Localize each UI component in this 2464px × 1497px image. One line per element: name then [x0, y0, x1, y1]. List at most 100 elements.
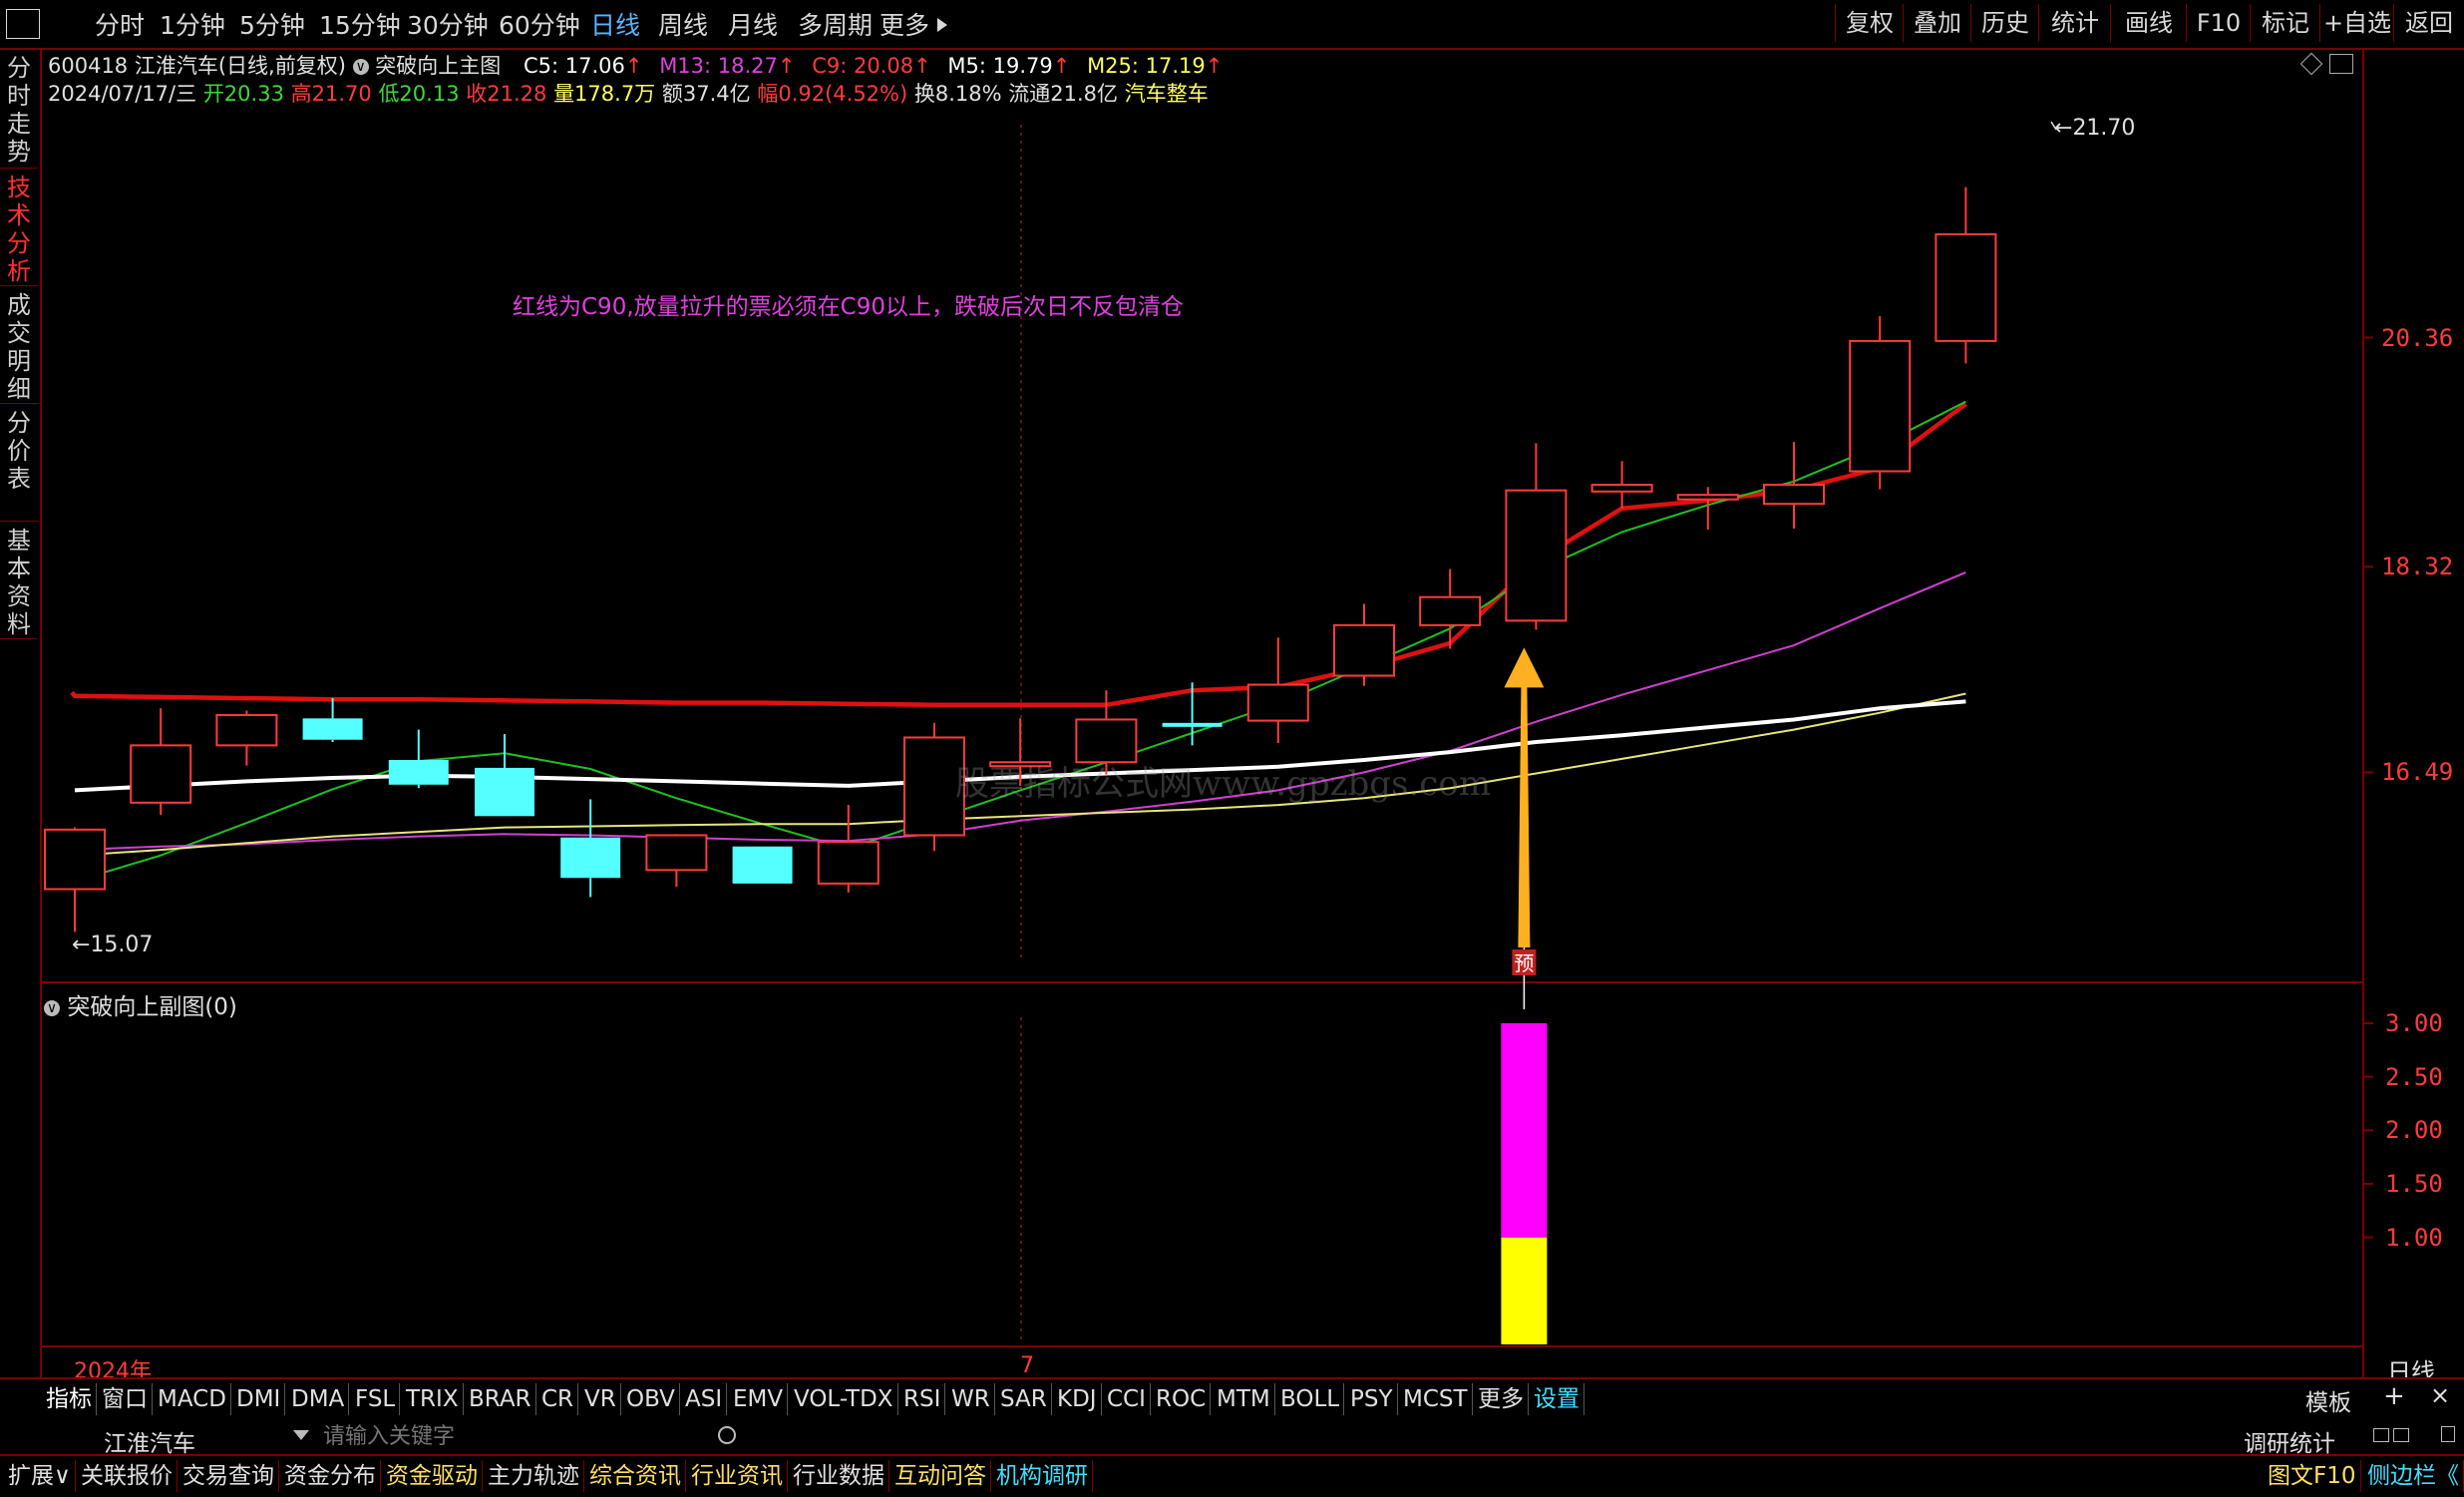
- sub-tick-label: 1.50: [2385, 1170, 2443, 1198]
- grid-icon[interactable]: [2373, 1428, 2389, 1442]
- high-price-label: ←21.70: [2054, 116, 2136, 141]
- candle-body-down: [302, 718, 363, 740]
- indicator-tab-obv-10[interactable]: OBV: [622, 1383, 680, 1415]
- status-tab-10[interactable]: 机构调研: [992, 1460, 1093, 1492]
- add-indicator-button[interactable]: +: [2383, 1381, 2405, 1411]
- candle[interactable]: [1676, 487, 1739, 531]
- indicator-tab-emv-12[interactable]: EMV: [729, 1383, 789, 1415]
- candle[interactable]: [1505, 443, 1568, 630]
- candle[interactable]: [1246, 637, 1309, 744]
- search-input[interactable]: [321, 1422, 724, 1450]
- candle[interactable]: [1333, 603, 1395, 686]
- status-tab-0[interactable]: 扩展∨: [4, 1460, 76, 1492]
- indicator-tab--0[interactable]: 指标: [42, 1383, 97, 1415]
- indicator-tab--25[interactable]: 设置: [1530, 1383, 1584, 1415]
- status-right-0[interactable]: 图文F10: [2264, 1460, 2361, 1492]
- status-tab-7[interactable]: 行业资讯: [687, 1460, 788, 1492]
- search-icon[interactable]: [718, 1426, 736, 1444]
- candle[interactable]: [732, 846, 793, 884]
- status-tab-4[interactable]: 资金驱动: [382, 1460, 483, 1492]
- status-tab-1[interactable]: 关联报价: [77, 1460, 177, 1492]
- indicator-tab-rsi-14[interactable]: RSI: [899, 1383, 946, 1415]
- arrow-left-icon: ←: [2054, 116, 2073, 141]
- indicator-tab-vr-9[interactable]: VR: [580, 1383, 621, 1415]
- dropdown-triangle-icon[interactable]: [293, 1430, 309, 1440]
- candle[interactable]: [1849, 316, 1912, 490]
- indicator-tab-boll-21[interactable]: BOLL: [1276, 1383, 1345, 1415]
- annotation-text: 红线为C90,放量拉升的票必须在C90以上，跌破后次日不反包清仓: [513, 294, 1184, 320]
- candle-body-up: [817, 841, 880, 885]
- indicator-tab-trix-6[interactable]: TRIX: [402, 1383, 464, 1415]
- price-tick-label: 16.49: [2381, 758, 2454, 787]
- grid-icon[interactable]: [2393, 1428, 2409, 1442]
- status-tab-2[interactable]: 交易查询: [178, 1460, 279, 1492]
- candle-body-down: [475, 767, 534, 817]
- indicator-tab-psy-22[interactable]: PSY: [1346, 1383, 1398, 1415]
- candle[interactable]: [130, 708, 192, 816]
- low-price-label: ←15.07: [72, 933, 154, 957]
- status-tab-6[interactable]: 综合资讯: [585, 1460, 686, 1492]
- candle[interactable]: [817, 805, 880, 893]
- indicator-tab-brar-7[interactable]: BRAR: [465, 1383, 536, 1415]
- candle-body-up: [130, 744, 192, 804]
- indicator-tab-sar-16[interactable]: SAR: [996, 1383, 1052, 1415]
- indicator-tab-cr-8[interactable]: CR: [537, 1383, 579, 1415]
- candle[interactable]: [44, 827, 106, 933]
- indicator-tab-fsl-5[interactable]: FSL: [351, 1383, 401, 1415]
- sub-dropdown-icon[interactable]: ∨: [44, 999, 60, 1016]
- indicator-tab-kdj-17[interactable]: KDJ: [1053, 1383, 1102, 1415]
- candle[interactable]: [1935, 187, 1997, 364]
- indicator-tab-mtm-20[interactable]: MTM: [1213, 1383, 1275, 1415]
- indicator-tab-mcst-23[interactable]: MCST: [1399, 1383, 1473, 1415]
- indicator-tab-vol-tdx-13[interactable]: VOL-TDX: [790, 1383, 898, 1415]
- indicator-tab-roc-19[interactable]: ROC: [1152, 1383, 1212, 1415]
- indicator-tab-cci-18[interactable]: CCI: [1103, 1383, 1151, 1415]
- template-button[interactable]: 模板: [2305, 1383, 2351, 1417]
- kline-chart[interactable]: 预: [0, 0, 2464, 1495]
- candle-body-down: [1162, 722, 1223, 727]
- candle-body-up: [1246, 683, 1309, 722]
- pin-icon[interactable]: [2441, 1426, 2455, 1442]
- candle[interactable]: [475, 734, 534, 817]
- time-axis-month: 7: [1020, 1353, 1034, 1378]
- candle-body-up: [1849, 339, 1912, 473]
- status-right-1[interactable]: 侧边栏《: [2363, 1460, 2464, 1492]
- candle[interactable]: [1763, 442, 1825, 529]
- sub-bar-segment: [1501, 1237, 1548, 1344]
- candle[interactable]: [215, 710, 278, 766]
- sub-tick-label: 2.50: [2385, 1062, 2443, 1091]
- candle-body-up: [1419, 595, 1482, 626]
- candle[interactable]: [1590, 461, 1653, 509]
- candle[interactable]: [645, 834, 708, 888]
- search-row: 江淮汽车 调研统计: [0, 1418, 2464, 1457]
- price-tick-label: 18.32: [2381, 553, 2454, 581]
- sub-bar-segment: [1501, 1023, 1548, 1238]
- indicator-tab--1[interactable]: 窗口: [98, 1383, 153, 1415]
- status-tab-9[interactable]: 互动问答: [890, 1460, 991, 1492]
- sub-tick-label: 3.00: [2385, 1009, 2443, 1037]
- signal-arrow: 预: [1504, 647, 1545, 1009]
- ma-line-c90: [70, 402, 1967, 708]
- candle[interactable]: [302, 698, 363, 742]
- candle-body-up: [1763, 484, 1825, 506]
- ma-line-m5: [74, 400, 1966, 883]
- status-tab-8[interactable]: 行业数据: [789, 1460, 889, 1492]
- indicator-tab-asi-11[interactable]: ASI: [681, 1383, 728, 1415]
- indicator-tab-dma-4[interactable]: DMA: [287, 1383, 350, 1415]
- arrow-left-icon: ←: [72, 933, 91, 957]
- status-tab-5[interactable]: 主力轨迹: [484, 1460, 584, 1492]
- status-bar: 扩展∨ 关联报价 交易查询 资金分布 资金驱动 主力轨迹 综合资讯 行业资讯 行业数据 互动问答机…: [0, 1454, 2464, 1497]
- indicator-tab--24[interactable]: 更多: [1474, 1383, 1529, 1415]
- indicator-tab-wr-15[interactable]: WR: [947, 1383, 995, 1415]
- close-panel-icon[interactable]: ×: [2430, 1381, 2450, 1409]
- sub-chart-title: ∨ 突破向上副图(0): [44, 987, 237, 1021]
- research-stats-label[interactable]: 调研统计: [2244, 1424, 2335, 1458]
- arrow-up-icon: [1504, 647, 1545, 947]
- candle[interactable]: [560, 799, 621, 898]
- candle-body-down: [732, 846, 793, 884]
- main-chart-area: 预: [40, 48, 2373, 1377]
- indicator-tab-macd-2[interactable]: MACD: [154, 1383, 231, 1415]
- stock-name-field[interactable]: 江淮汽车: [104, 1424, 195, 1458]
- indicator-tab-dmi-3[interactable]: DMI: [232, 1383, 286, 1415]
- status-tab-3[interactable]: 资金分布: [280, 1460, 381, 1492]
